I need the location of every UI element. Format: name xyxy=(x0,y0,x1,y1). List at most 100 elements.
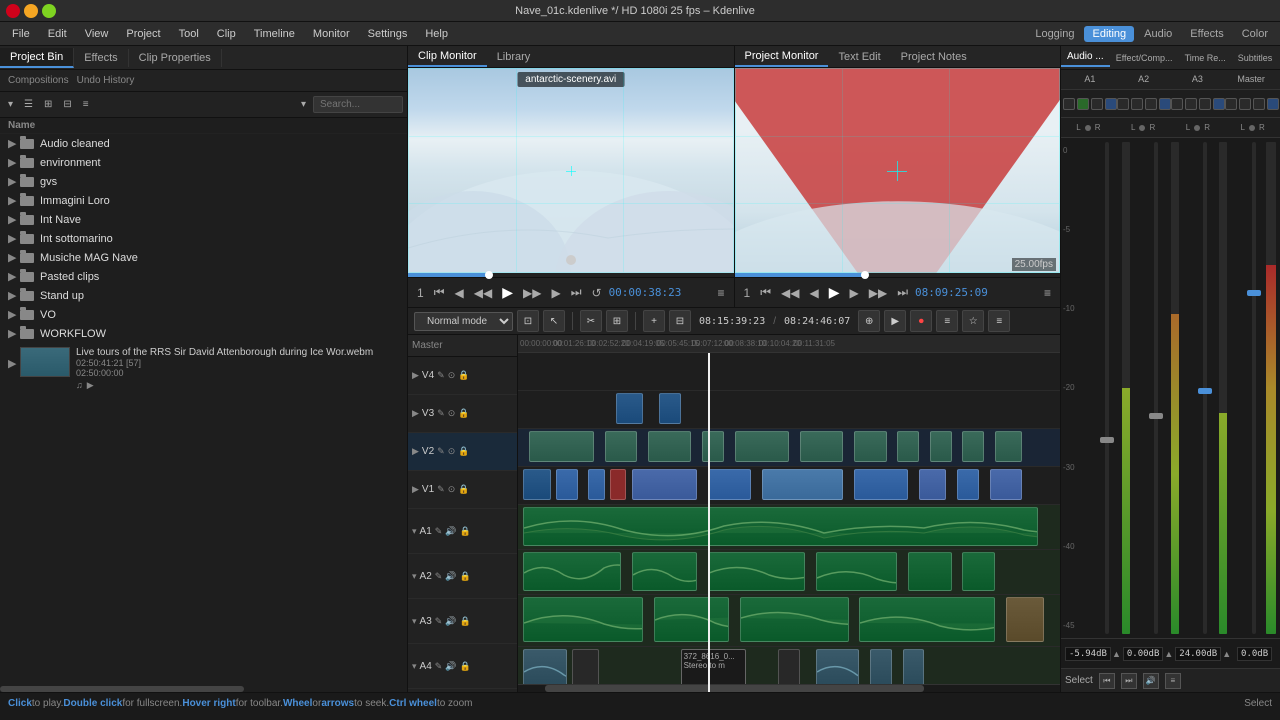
a1-rec-btn[interactable] xyxy=(1091,98,1103,110)
timeline-more-btn[interactable]: ⊟ xyxy=(669,310,691,332)
menu-settings[interactable]: Settings xyxy=(360,26,416,42)
a2-pan-knob[interactable] xyxy=(1139,125,1145,131)
mixer-vol-btn[interactable]: 🔊 xyxy=(1143,673,1159,689)
clip-block[interactable] xyxy=(800,431,843,462)
list-item[interactable]: ▶ gvs xyxy=(0,172,407,191)
a3-pan-knob[interactable] xyxy=(1194,125,1200,131)
clip-block[interactable] xyxy=(556,469,578,500)
mode-logging[interactable]: Logging xyxy=(1027,26,1082,42)
clip-block[interactable] xyxy=(659,393,681,424)
clip-block[interactable] xyxy=(523,507,1038,546)
clip-block[interactable] xyxy=(854,469,908,500)
a3-expand[interactable]: ▾ xyxy=(412,616,417,627)
a1-mute-btn[interactable] xyxy=(1063,98,1075,110)
clip-monitor-viewport[interactable]: antarctic-scenery.avi xyxy=(408,68,734,273)
a2-db-up-btn[interactable]: ▲ xyxy=(1164,649,1173,659)
clip-block[interactable] xyxy=(523,552,621,591)
tab-effect-composition[interactable]: Effect/Comp... xyxy=(1110,50,1179,66)
project-monitor-viewport[interactable]: 25.00fps xyxy=(735,68,1061,273)
v3-edit-btn[interactable]: ✎ xyxy=(437,408,445,419)
tab-clip-properties[interactable]: Clip Properties xyxy=(129,49,222,67)
clip-block[interactable] xyxy=(962,552,995,591)
tab-project-bin[interactable]: Project Bin xyxy=(0,48,74,68)
v2-mute-btn[interactable]: ⊙ xyxy=(448,446,456,457)
mixer-options-btn[interactable]: ≡ xyxy=(1165,673,1181,689)
a1-lock-btn[interactable]: 🔒 xyxy=(460,526,471,537)
clip-block[interactable] xyxy=(708,552,806,591)
menu-tool[interactable]: Tool xyxy=(171,26,207,42)
a2-fader-handle[interactable] xyxy=(1149,413,1163,419)
clip-ctrl-play[interactable]: ▶ xyxy=(499,284,516,301)
compositions-tab-small[interactable]: Compositions xyxy=(4,75,73,86)
a3-edit-btn[interactable]: ✎ xyxy=(435,616,443,627)
menu-help[interactable]: Help xyxy=(417,26,456,42)
v1-lock-btn[interactable]: 🔒 xyxy=(458,484,469,495)
timeline-record-btn[interactable]: ⏺ xyxy=(910,310,932,332)
list-item[interactable]: ▶ Int sottomarino xyxy=(0,229,407,248)
menu-project[interactable]: Project xyxy=(118,26,168,42)
proj-ctrl-rewind[interactable]: ◀ xyxy=(806,286,821,300)
clip-block[interactable] xyxy=(962,431,984,462)
clip-block[interactable] xyxy=(523,469,550,500)
playhead[interactable] xyxy=(708,353,710,692)
clip-block[interactable] xyxy=(632,552,697,591)
a1-pan-knob[interactable] xyxy=(1085,125,1091,131)
clip-block[interactable] xyxy=(854,431,887,462)
search-input[interactable] xyxy=(313,96,403,113)
menu-file[interactable]: File xyxy=(4,26,38,42)
clip-block[interactable] xyxy=(930,431,952,462)
a3-solo-btn[interactable] xyxy=(1185,98,1197,110)
clip-block[interactable] xyxy=(648,431,691,462)
proj-ctrl-next[interactable]: ▶▶ xyxy=(866,286,890,300)
clip-block[interactable] xyxy=(523,649,566,688)
a1-spkr-btn[interactable]: 🔊 xyxy=(445,526,456,537)
bin-icon-view-btn[interactable]: ⊞ xyxy=(40,97,56,112)
clip-block[interactable] xyxy=(702,431,724,462)
tab-time-remap[interactable]: Time Re... xyxy=(1179,50,1232,66)
a2-fx-btn[interactable] xyxy=(1159,98,1171,110)
clip-ctrl-menu[interactable]: ≡ xyxy=(714,286,727,300)
tab-subtitles[interactable]: Subtitles xyxy=(1232,50,1279,66)
clip-block[interactable] xyxy=(610,469,626,500)
a3-fx-btn[interactable] xyxy=(1213,98,1225,110)
timeline-zoom-btn[interactable]: ⊕ xyxy=(858,310,880,332)
list-item[interactable]: ▶ Musiche MAG Nave xyxy=(0,248,407,267)
tab-clip-monitor[interactable]: Clip Monitor xyxy=(408,47,487,67)
timeline-fit-btn[interactable]: ⊡ xyxy=(517,310,539,332)
mixer-prev-btn[interactable]: ⏮ xyxy=(1099,673,1115,689)
list-item[interactable]: ▶ Audio cleaned xyxy=(0,134,407,153)
mode-effects[interactable]: Effects xyxy=(1182,26,1231,42)
clip-block[interactable] xyxy=(919,469,946,500)
a1-fx-btn[interactable] xyxy=(1105,98,1117,110)
tab-effects[interactable]: Effects xyxy=(74,49,128,67)
a4-expand[interactable]: ▾ xyxy=(412,661,417,672)
proj-ctrl-mark-out[interactable]: ⏭ xyxy=(894,285,911,300)
a3-mute-btn[interactable] xyxy=(1171,98,1183,110)
clip-block[interactable] xyxy=(708,469,751,500)
clip-block[interactable] xyxy=(908,552,951,591)
list-item[interactable]: ▶ Immagini Loro xyxy=(0,191,407,210)
a1-edit-btn[interactable]: ✎ xyxy=(435,526,443,537)
clip-block[interactable] xyxy=(859,597,995,642)
proj-ctrl-mark-in[interactable]: ⏮ xyxy=(757,285,774,300)
a1-expand[interactable]: ▾ xyxy=(412,526,417,537)
v2-lock-btn[interactable]: 🔒 xyxy=(458,446,469,457)
a2-spkr-btn[interactable]: 🔊 xyxy=(445,571,456,582)
master-rec-btn[interactable] xyxy=(1253,98,1265,110)
a2-edit-btn[interactable]: ✎ xyxy=(435,571,443,582)
track-row-v2[interactable] xyxy=(518,429,1060,467)
clip-block[interactable] xyxy=(588,469,604,500)
v1-edit-btn[interactable]: ✎ xyxy=(437,484,445,495)
list-item[interactable]: ▶ Pasted clips xyxy=(0,267,407,286)
proj-ctrl-play[interactable]: ▶ xyxy=(826,284,843,301)
list-item[interactable]: ▶ Stand up xyxy=(0,286,407,305)
a4-lock-btn[interactable]: 🔒 xyxy=(460,661,471,672)
bin-view-btn[interactable]: ☰ xyxy=(20,97,37,112)
bin-filter-btn[interactable]: ▾ xyxy=(297,97,310,112)
v3-expand[interactable]: ▶ xyxy=(412,408,419,419)
v3-lock-btn[interactable]: 🔒 xyxy=(458,408,469,419)
mode-editing[interactable]: Editing xyxy=(1084,26,1134,42)
track-row-v1[interactable] xyxy=(518,467,1060,505)
menu-timeline[interactable]: Timeline xyxy=(246,26,303,42)
bin-add-btn[interactable]: ▾ xyxy=(4,97,17,112)
